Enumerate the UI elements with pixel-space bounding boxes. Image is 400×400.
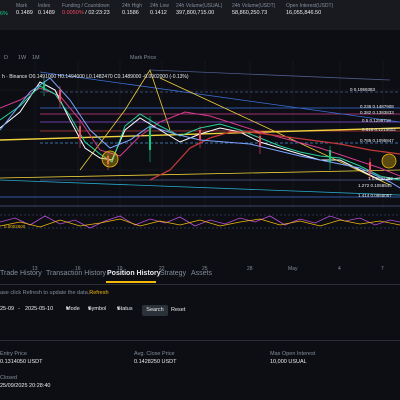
refresh-hint: ase click Refresh to update the data.Ref… [0, 290, 109, 296]
stat-open-interest-value: 16,055,846.50 [286, 10, 322, 16]
avg-close-price-label: Avg. Close Price [134, 351, 175, 357]
fib-label-1414: 1.414 0.0855057 [358, 193, 392, 198]
divider [0, 340, 400, 341]
stat-24h-volume-usual-value: 397,800,715.00 [176, 10, 215, 16]
stat-24h-low-value: 0.1412 [150, 10, 167, 16]
stat-24h-volume-usdt: 24h Volume(USDT) 58,860,250.73 [232, 3, 275, 17]
max-open-interest: Max Open Interest 10,000 USUAL [270, 350, 315, 366]
chart-canvas[interactable] [0, 30, 400, 260]
stat-24h-volume-usual-label: 24h Volume(USUAL) [176, 3, 223, 9]
closed-time: Closed 25/09/2025 20:28:40 [0, 374, 50, 390]
fib-label-0618: 0.618 0.1215602 [362, 127, 396, 132]
max-open-interest-label: Max Open Interest [270, 351, 316, 357]
tab-assets[interactable]: Assets [191, 270, 212, 277]
entry-price-value: 0.1314050 USDT [0, 359, 43, 365]
active-tab-indicator [106, 281, 156, 283]
stat-open-interest: Open Interest(USDT) 16,055,846.50 [286, 3, 333, 17]
closed-time-value: 25/09/2025 20:28:40 [0, 383, 51, 389]
price-type-select[interactable]: Mark Price [130, 55, 156, 61]
stat-index-value: 0.1489 [38, 10, 55, 16]
stat-funding-countdown: 02:23:23 [88, 10, 110, 16]
price-chart[interactable]: D 1W 1M Mark Price h · Binance O0.149100… [0, 30, 400, 272]
stat-24h-volume-usual: 24h Volume(USUAL) 397,800,715.00 [176, 3, 222, 17]
date-to-input[interactable]: 2025-05-10 [25, 306, 53, 312]
chart-legend: h · Binance O0.1491000 H0.1494000 L0.148… [2, 74, 189, 80]
search-button[interactable]: Search [142, 305, 168, 316]
entry-price-label: Entry Price [0, 351, 27, 357]
tab-strategy[interactable]: Strategy [160, 270, 186, 277]
avg-close-price: Avg. Close Price 0.1428250 USDT [134, 350, 177, 366]
oscillator-value-label: 0.0002600 [4, 224, 26, 229]
reset-button[interactable]: Reset [171, 305, 185, 316]
refresh-link[interactable]: Refresh [89, 290, 108, 296]
chart-toolbar: D 1W 1M Mark Price [0, 54, 400, 64]
interval-1w[interactable]: 1W [18, 55, 26, 61]
pivot-marker-low[interactable] [101, 150, 119, 168]
pivot-marker-current[interactable] [381, 153, 397, 169]
closed-time-label: Closed [0, 375, 18, 381]
date-from-input[interactable]: 25-09 [0, 306, 14, 312]
stat-mark-label: Mark [16, 3, 28, 9]
chevron-down-icon: ▾ [66, 306, 69, 312]
stat-24h-volume-usdt-label: 24h Volume(USDT) [232, 3, 276, 9]
refresh-hint-text: ase click Refresh to update the data. [0, 290, 90, 296]
stat-24h-high: 24h High 0.1586 [122, 3, 142, 17]
stat-open-interest-label: Open Interest(USDT) [286, 3, 334, 9]
price-change: 6% [0, 11, 8, 17]
stat-index: Index 0.1489 [38, 3, 55, 17]
tab-trade-history[interactable]: Trade History [0, 270, 42, 277]
stat-24h-low-label: 24h Low [150, 3, 169, 9]
date-separator: - [18, 306, 20, 312]
chevron-down-icon: ▾ [88, 306, 91, 312]
fib-label-0236: 0.236 0.1487908 [360, 104, 394, 109]
stat-24h-low: 24h Low 0.1412 [150, 3, 169, 17]
interval-1m[interactable]: 1M [32, 55, 40, 61]
fib-label-1: 1 0.0943362 [368, 176, 394, 181]
interval-1d[interactable]: D [4, 55, 8, 61]
tab-transaction-history[interactable]: Transaction History [46, 270, 106, 277]
market-stats-bar: 6% Mark 0.1489 Index 0.1489 Funding / Co… [0, 0, 400, 31]
stat-index-label: Index [38, 3, 51, 9]
tab-position-history[interactable]: Position History [107, 270, 161, 277]
stat-24h-high-label: 24h High [122, 3, 143, 9]
history-tabs: Trade History Transaction History Positi… [0, 266, 400, 285]
stat-mark: Mark 0.1489 [16, 3, 33, 17]
stat-funding[interactable]: Funding / Countdown 0.0050% / 02:23:23 [62, 3, 110, 17]
fib-label-0786: 0.786 0.1095847 [360, 138, 394, 143]
entry-price: Entry Price 0.1314050 USDT [0, 350, 43, 366]
stat-funding-label: Funding / Countdown [62, 3, 110, 9]
stat-funding-rate: 0.0050% [62, 10, 84, 16]
max-open-interest-value: 10,000 USUAL [270, 359, 307, 365]
avg-close-price-value: 0.1428250 USDT [134, 359, 177, 365]
fib-label-05: 0.5 0.1299718 [362, 118, 391, 123]
fib-label-0: 0 0.1959383 [350, 87, 376, 92]
stat-mark-value: 0.1489 [16, 10, 33, 16]
stat-24h-volume-usdt-value: 58,860,250.73 [232, 10, 268, 16]
chevron-down-icon: ▾ [117, 306, 120, 312]
fib-label-1272: 1.272 0.1058545 [358, 183, 392, 188]
stat-24h-high-value: 0.1586 [122, 10, 139, 16]
fib-label-0382: 0.382 0.1383833 [360, 110, 394, 115]
